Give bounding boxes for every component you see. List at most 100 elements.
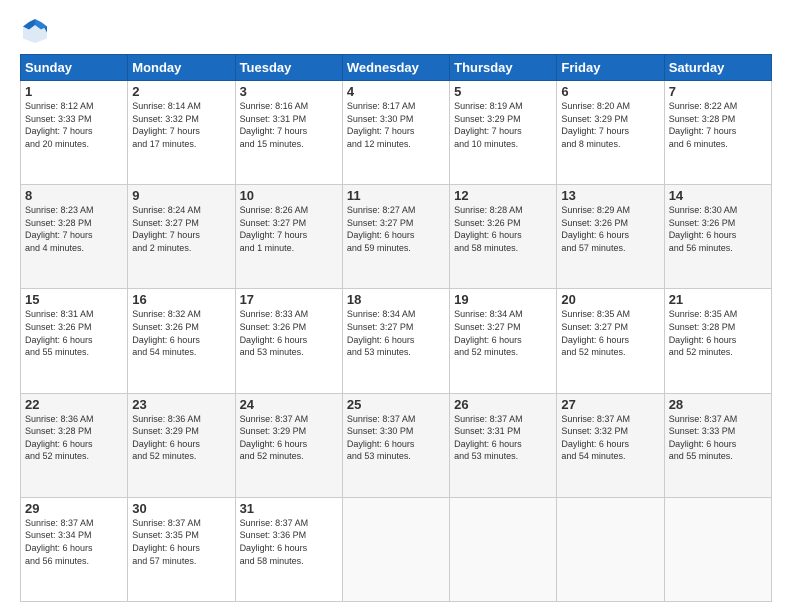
day-info: Sunrise: 8:26 AM Sunset: 3:27 PM Dayligh… bbox=[240, 204, 338, 254]
calendar-cell bbox=[557, 497, 664, 601]
day-number: 13 bbox=[561, 188, 659, 203]
calendar-cell: 28Sunrise: 8:37 AM Sunset: 3:33 PM Dayli… bbox=[664, 393, 771, 497]
day-number: 21 bbox=[669, 292, 767, 307]
calendar-cell: 15Sunrise: 8:31 AM Sunset: 3:26 PM Dayli… bbox=[21, 289, 128, 393]
calendar-cell: 30Sunrise: 8:37 AM Sunset: 3:35 PM Dayli… bbox=[128, 497, 235, 601]
day-number: 14 bbox=[669, 188, 767, 203]
day-number: 9 bbox=[132, 188, 230, 203]
day-info: Sunrise: 8:35 AM Sunset: 3:28 PM Dayligh… bbox=[669, 308, 767, 358]
day-info: Sunrise: 8:37 AM Sunset: 3:31 PM Dayligh… bbox=[454, 413, 552, 463]
day-number: 2 bbox=[132, 84, 230, 99]
calendar-cell: 29Sunrise: 8:37 AM Sunset: 3:34 PM Dayli… bbox=[21, 497, 128, 601]
day-number: 5 bbox=[454, 84, 552, 99]
day-number: 19 bbox=[454, 292, 552, 307]
day-number: 25 bbox=[347, 397, 445, 412]
page: SundayMondayTuesdayWednesdayThursdayFrid… bbox=[0, 0, 792, 612]
calendar-header-thursday: Thursday bbox=[450, 55, 557, 81]
day-number: 8 bbox=[25, 188, 123, 203]
calendar-cell: 6Sunrise: 8:20 AM Sunset: 3:29 PM Daylig… bbox=[557, 81, 664, 185]
calendar-cell: 25Sunrise: 8:37 AM Sunset: 3:30 PM Dayli… bbox=[342, 393, 449, 497]
calendar-cell: 2Sunrise: 8:14 AM Sunset: 3:32 PM Daylig… bbox=[128, 81, 235, 185]
day-number: 18 bbox=[347, 292, 445, 307]
day-info: Sunrise: 8:37 AM Sunset: 3:35 PM Dayligh… bbox=[132, 517, 230, 567]
calendar-week-4: 22Sunrise: 8:36 AM Sunset: 3:28 PM Dayli… bbox=[21, 393, 772, 497]
day-info: Sunrise: 8:17 AM Sunset: 3:30 PM Dayligh… bbox=[347, 100, 445, 150]
day-info: Sunrise: 8:37 AM Sunset: 3:30 PM Dayligh… bbox=[347, 413, 445, 463]
day-info: Sunrise: 8:36 AM Sunset: 3:28 PM Dayligh… bbox=[25, 413, 123, 463]
day-info: Sunrise: 8:36 AM Sunset: 3:29 PM Dayligh… bbox=[132, 413, 230, 463]
calendar-cell: 4Sunrise: 8:17 AM Sunset: 3:30 PM Daylig… bbox=[342, 81, 449, 185]
day-info: Sunrise: 8:14 AM Sunset: 3:32 PM Dayligh… bbox=[132, 100, 230, 150]
day-info: Sunrise: 8:34 AM Sunset: 3:27 PM Dayligh… bbox=[454, 308, 552, 358]
calendar-cell: 9Sunrise: 8:24 AM Sunset: 3:27 PM Daylig… bbox=[128, 185, 235, 289]
calendar-cell: 20Sunrise: 8:35 AM Sunset: 3:27 PM Dayli… bbox=[557, 289, 664, 393]
day-info: Sunrise: 8:12 AM Sunset: 3:33 PM Dayligh… bbox=[25, 100, 123, 150]
calendar-cell: 14Sunrise: 8:30 AM Sunset: 3:26 PM Dayli… bbox=[664, 185, 771, 289]
calendar-week-1: 1Sunrise: 8:12 AM Sunset: 3:33 PM Daylig… bbox=[21, 81, 772, 185]
calendar-cell bbox=[342, 497, 449, 601]
day-number: 23 bbox=[132, 397, 230, 412]
calendar-cell bbox=[664, 497, 771, 601]
day-number: 3 bbox=[240, 84, 338, 99]
day-number: 16 bbox=[132, 292, 230, 307]
logo bbox=[20, 16, 54, 46]
day-info: Sunrise: 8:33 AM Sunset: 3:26 PM Dayligh… bbox=[240, 308, 338, 358]
day-number: 15 bbox=[25, 292, 123, 307]
day-info: Sunrise: 8:37 AM Sunset: 3:32 PM Dayligh… bbox=[561, 413, 659, 463]
day-number: 10 bbox=[240, 188, 338, 203]
day-info: Sunrise: 8:19 AM Sunset: 3:29 PM Dayligh… bbox=[454, 100, 552, 150]
day-info: Sunrise: 8:20 AM Sunset: 3:29 PM Dayligh… bbox=[561, 100, 659, 150]
day-number: 12 bbox=[454, 188, 552, 203]
calendar-cell: 16Sunrise: 8:32 AM Sunset: 3:26 PM Dayli… bbox=[128, 289, 235, 393]
calendar-cell: 22Sunrise: 8:36 AM Sunset: 3:28 PM Dayli… bbox=[21, 393, 128, 497]
calendar-cell: 21Sunrise: 8:35 AM Sunset: 3:28 PM Dayli… bbox=[664, 289, 771, 393]
calendar-cell: 31Sunrise: 8:37 AM Sunset: 3:36 PM Dayli… bbox=[235, 497, 342, 601]
calendar-week-2: 8Sunrise: 8:23 AM Sunset: 3:28 PM Daylig… bbox=[21, 185, 772, 289]
day-number: 11 bbox=[347, 188, 445, 203]
day-info: Sunrise: 8:27 AM Sunset: 3:27 PM Dayligh… bbox=[347, 204, 445, 254]
calendar-header-friday: Friday bbox=[557, 55, 664, 81]
calendar-header-wednesday: Wednesday bbox=[342, 55, 449, 81]
day-number: 1 bbox=[25, 84, 123, 99]
day-number: 31 bbox=[240, 501, 338, 516]
calendar-cell: 12Sunrise: 8:28 AM Sunset: 3:26 PM Dayli… bbox=[450, 185, 557, 289]
day-info: Sunrise: 8:34 AM Sunset: 3:27 PM Dayligh… bbox=[347, 308, 445, 358]
calendar-table: SundayMondayTuesdayWednesdayThursdayFrid… bbox=[20, 54, 772, 602]
calendar-cell: 3Sunrise: 8:16 AM Sunset: 3:31 PM Daylig… bbox=[235, 81, 342, 185]
day-info: Sunrise: 8:16 AM Sunset: 3:31 PM Dayligh… bbox=[240, 100, 338, 150]
day-number: 28 bbox=[669, 397, 767, 412]
day-info: Sunrise: 8:30 AM Sunset: 3:26 PM Dayligh… bbox=[669, 204, 767, 254]
calendar-cell bbox=[450, 497, 557, 601]
day-info: Sunrise: 8:37 AM Sunset: 3:29 PM Dayligh… bbox=[240, 413, 338, 463]
day-info: Sunrise: 8:37 AM Sunset: 3:36 PM Dayligh… bbox=[240, 517, 338, 567]
calendar-week-3: 15Sunrise: 8:31 AM Sunset: 3:26 PM Dayli… bbox=[21, 289, 772, 393]
day-number: 26 bbox=[454, 397, 552, 412]
logo-icon bbox=[20, 16, 50, 46]
day-info: Sunrise: 8:23 AM Sunset: 3:28 PM Dayligh… bbox=[25, 204, 123, 254]
day-info: Sunrise: 8:31 AM Sunset: 3:26 PM Dayligh… bbox=[25, 308, 123, 358]
day-number: 20 bbox=[561, 292, 659, 307]
day-info: Sunrise: 8:29 AM Sunset: 3:26 PM Dayligh… bbox=[561, 204, 659, 254]
header bbox=[20, 16, 772, 46]
day-info: Sunrise: 8:35 AM Sunset: 3:27 PM Dayligh… bbox=[561, 308, 659, 358]
day-info: Sunrise: 8:22 AM Sunset: 3:28 PM Dayligh… bbox=[669, 100, 767, 150]
calendar-header-monday: Monday bbox=[128, 55, 235, 81]
calendar-week-5: 29Sunrise: 8:37 AM Sunset: 3:34 PM Dayli… bbox=[21, 497, 772, 601]
day-number: 22 bbox=[25, 397, 123, 412]
calendar-cell: 18Sunrise: 8:34 AM Sunset: 3:27 PM Dayli… bbox=[342, 289, 449, 393]
calendar-cell: 1Sunrise: 8:12 AM Sunset: 3:33 PM Daylig… bbox=[21, 81, 128, 185]
day-info: Sunrise: 8:28 AM Sunset: 3:26 PM Dayligh… bbox=[454, 204, 552, 254]
day-info: Sunrise: 8:24 AM Sunset: 3:27 PM Dayligh… bbox=[132, 204, 230, 254]
calendar-cell: 11Sunrise: 8:27 AM Sunset: 3:27 PM Dayli… bbox=[342, 185, 449, 289]
calendar-cell: 27Sunrise: 8:37 AM Sunset: 3:32 PM Dayli… bbox=[557, 393, 664, 497]
day-info: Sunrise: 8:37 AM Sunset: 3:33 PM Dayligh… bbox=[669, 413, 767, 463]
day-number: 17 bbox=[240, 292, 338, 307]
day-number: 6 bbox=[561, 84, 659, 99]
calendar-cell: 13Sunrise: 8:29 AM Sunset: 3:26 PM Dayli… bbox=[557, 185, 664, 289]
calendar-cell: 19Sunrise: 8:34 AM Sunset: 3:27 PM Dayli… bbox=[450, 289, 557, 393]
day-number: 29 bbox=[25, 501, 123, 516]
calendar-cell: 8Sunrise: 8:23 AM Sunset: 3:28 PM Daylig… bbox=[21, 185, 128, 289]
calendar-header-row: SundayMondayTuesdayWednesdayThursdayFrid… bbox=[21, 55, 772, 81]
day-info: Sunrise: 8:32 AM Sunset: 3:26 PM Dayligh… bbox=[132, 308, 230, 358]
calendar-header-sunday: Sunday bbox=[21, 55, 128, 81]
